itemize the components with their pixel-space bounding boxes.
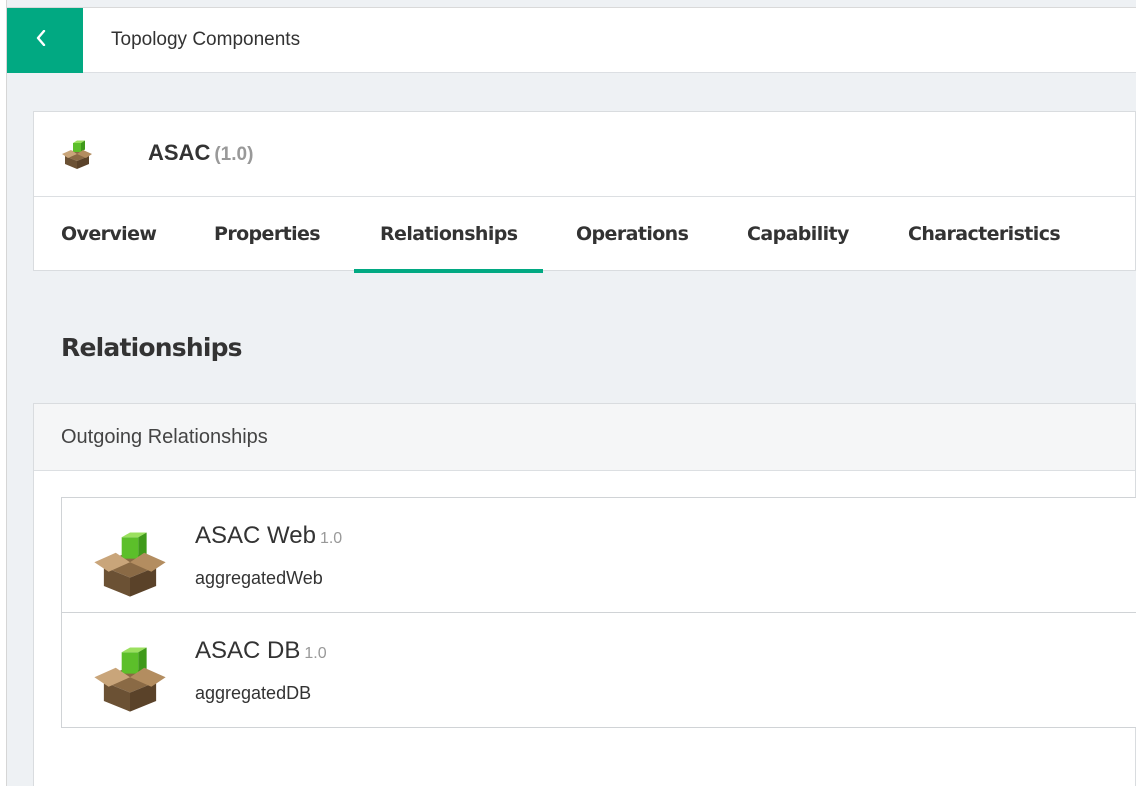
package-box-icon (94, 532, 166, 597)
list-item[interactable]: ASAC Web 1.0 aggregatedWeb (61, 497, 1136, 613)
tab-capability[interactable]: Capability (747, 198, 849, 272)
target-name: ASAC Web (195, 522, 316, 549)
package-box-icon (94, 647, 166, 712)
target-version: 1.0 (304, 645, 327, 662)
target-version: 1.0 (319, 530, 343, 547)
list-item[interactable]: ASAC DB 1.0 aggregatedDB (61, 613, 1136, 728)
relationship-target: ASAC Web 1.0 (195, 522, 342, 550)
relationship-type: aggregatedWeb (195, 568, 323, 588)
component-name-text: ASAC (148, 140, 211, 165)
relationship-type: aggregatedDB (195, 683, 312, 703)
chevron-left-icon (36, 30, 46, 46)
component-version: (1.0) (214, 144, 254, 165)
component-header: ASAC (1.0) (34, 112, 1135, 197)
outgoing-relationships-panel: Outgoing Relationships ASAC Web 1.0 aggre… (33, 403, 1136, 786)
tab-properties[interactable]: Properties (214, 198, 321, 272)
page-title: Topology Components (111, 29, 301, 50)
target-name: ASAC DB (195, 637, 301, 664)
tab-operations[interactable]: Operations (576, 198, 689, 272)
relationship-target: ASAC DB 1.0 (195, 637, 327, 665)
top-bar: Topology Components (7, 7, 1136, 73)
relationship-list: ASAC Web 1.0 aggregatedWeb ASAC DB 1.0 agg… (61, 497, 1136, 728)
component-name: ASAC (1.0) (148, 140, 253, 166)
back-button[interactable] (7, 8, 83, 73)
tab-overview[interactable]: Overview (61, 198, 157, 272)
component-card: ASAC (1.0) Overview Properties Relationsh… (33, 111, 1136, 273)
panel-header: Outgoing Relationships (34, 404, 1135, 471)
package-box-icon (62, 140, 92, 169)
tab-bar: Overview Properties Relationships Operat… (34, 198, 1135, 273)
section-title: Relationships (61, 333, 243, 362)
tab-characteristics[interactable]: Characteristics (908, 198, 1061, 272)
tab-relationships[interactable]: Relationships (353, 198, 545, 273)
window-left-edge (0, 0, 7, 786)
